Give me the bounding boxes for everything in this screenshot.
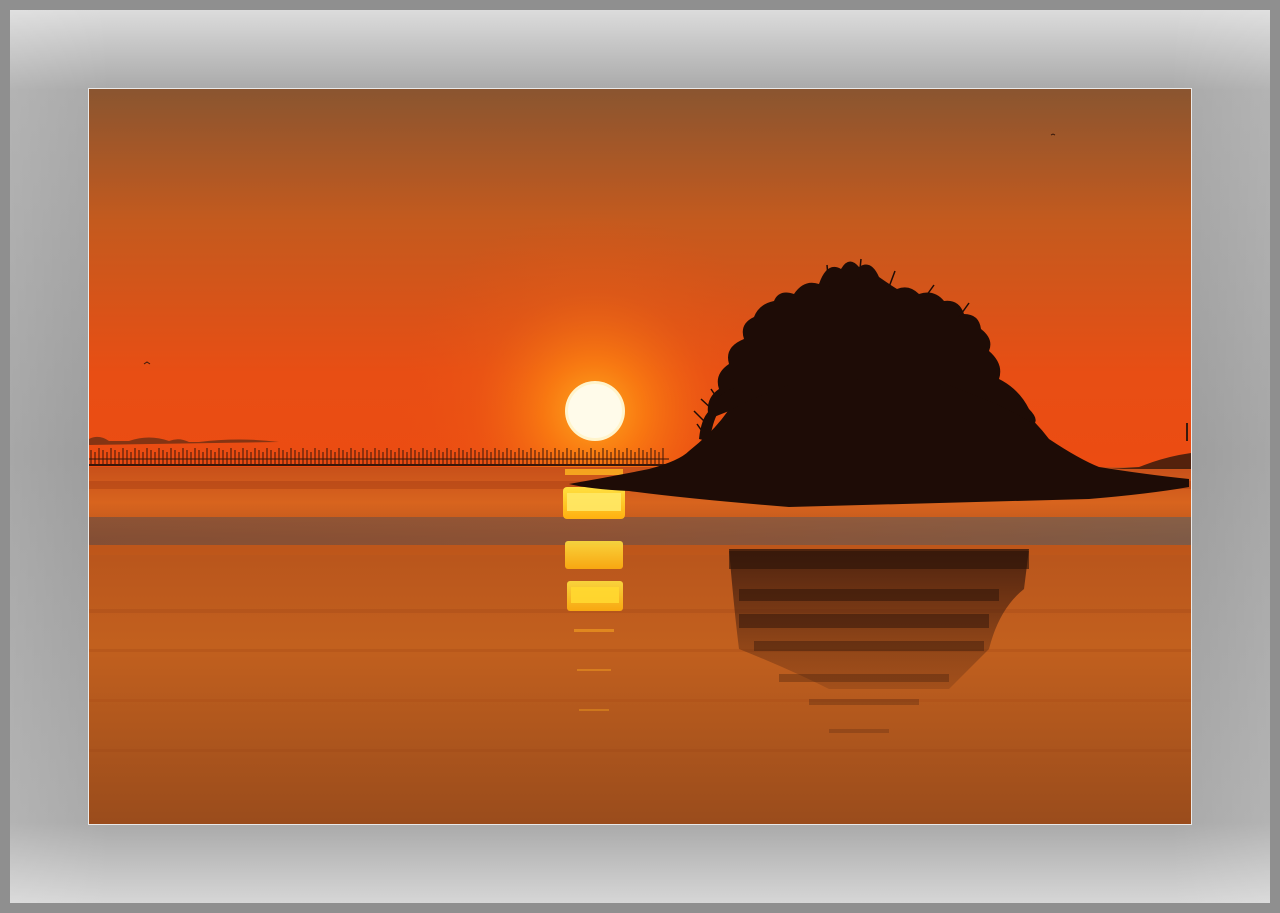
sunset-photo [88,88,1192,825]
sunset-scene [89,89,1191,824]
calm-water-band [89,517,1191,545]
